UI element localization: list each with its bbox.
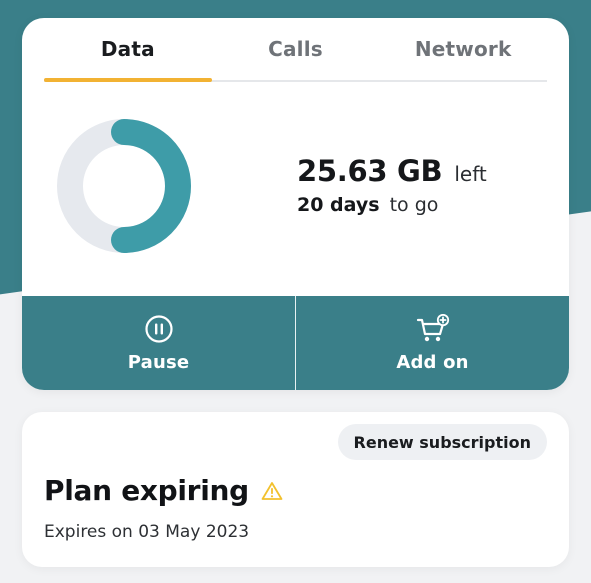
cart-plus-icon: [416, 313, 449, 341]
ring-remaining-arc: [111, 119, 191, 253]
plan-title-text: Plan expiring: [44, 474, 249, 507]
add-on-button[interactable]: Add on: [295, 296, 569, 390]
pause-button[interactable]: Pause: [22, 296, 295, 390]
data-usage-ring: [57, 119, 191, 253]
tab-calls[interactable]: Calls: [212, 18, 380, 80]
data-remaining-suffix: left: [454, 162, 487, 186]
warning-icon: [261, 481, 283, 500]
tab-data[interactable]: Data: [44, 18, 212, 82]
app-screen: Data Calls Network 25.63 GB left 20 days…: [0, 0, 591, 583]
usage-actions: Pause Add on: [22, 296, 569, 390]
usage-card: Data Calls Network 25.63 GB left 20 days…: [22, 18, 569, 390]
renew-subscription-button[interactable]: Renew subscription: [337, 424, 547, 460]
data-remaining-amount: 25.63 GB: [297, 154, 443, 188]
plan-expiry-date: Expires on 03 May 2023: [44, 522, 250, 542]
usage-text: 25.63 GB left 20 days to go: [297, 154, 487, 216]
pause-circle-icon: [144, 314, 173, 343]
usage-summary: 25.63 GB left 20 days to go: [22, 82, 569, 296]
data-remaining: 25.63 GB left: [297, 154, 487, 188]
pause-label: Pause: [127, 351, 190, 373]
days-remaining-suffix: to go: [389, 194, 439, 216]
tab-network[interactable]: Network: [379, 18, 547, 80]
usage-tabs: Data Calls Network: [44, 18, 547, 82]
add-on-label: Add on: [396, 351, 469, 373]
days-remaining-amount: 20 days: [297, 194, 380, 216]
plan-title: Plan expiring: [44, 474, 283, 507]
plan-card: Renew subscription Plan expiring Expires…: [22, 412, 569, 567]
days-remaining: 20 days to go: [297, 194, 487, 216]
